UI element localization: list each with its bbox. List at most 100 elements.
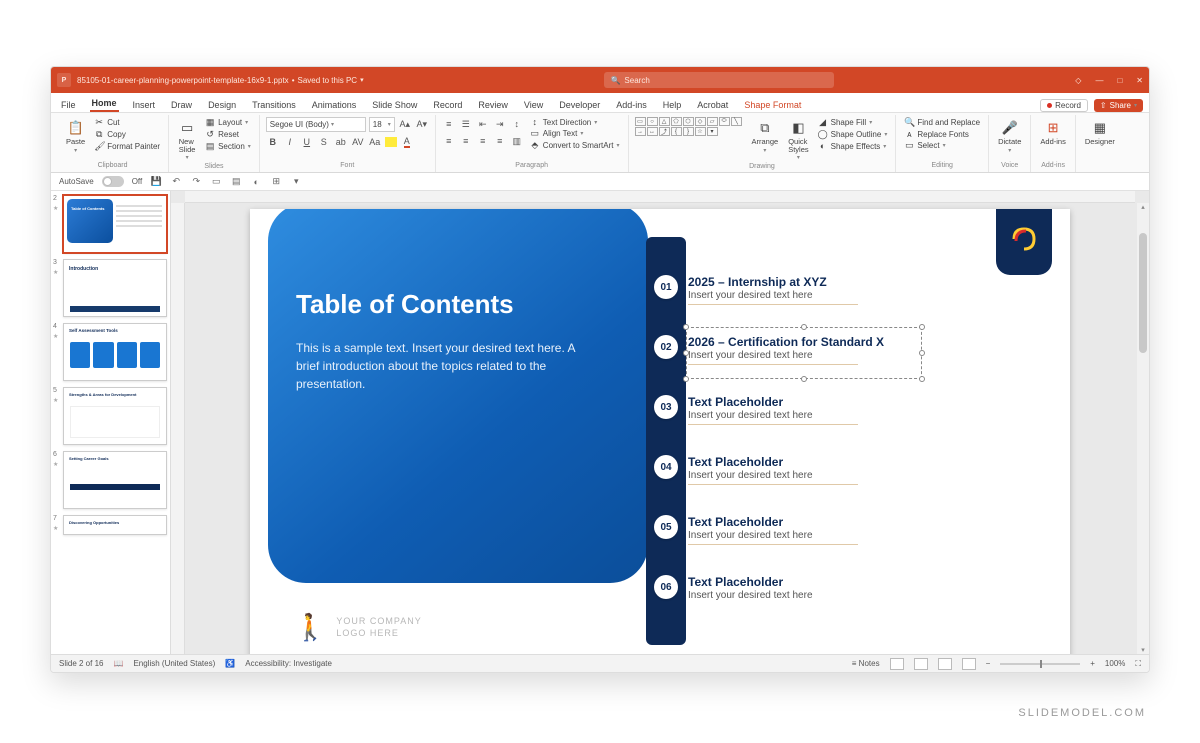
layout-button[interactable]: ▦Layout▾ (203, 117, 253, 128)
shapes-gallery[interactable]: ▭○△⬠⬡◇▱⬭ ╲→↔⤴{}☆▾ (635, 117, 745, 136)
format-painter-button[interactable]: 🖌Format Painter (92, 141, 162, 152)
tab-design[interactable]: Design (206, 98, 238, 112)
designer-button[interactable]: ▦Designer (1082, 117, 1118, 148)
tab-file[interactable]: File (59, 98, 78, 112)
align-text-button[interactable]: ▭Align Text▾ (528, 128, 622, 139)
zoom-in-icon[interactable]: + (1090, 659, 1095, 668)
document-title[interactable]: 85105-01-career-planning-powerpoint-temp… (77, 76, 364, 85)
columns-icon[interactable]: ▥ (510, 134, 524, 148)
record-button[interactable]: Record (1040, 99, 1088, 112)
text-direction-button[interactable]: ↕Text Direction▾ (528, 117, 622, 127)
zoom-level[interactable]: 100% (1105, 659, 1125, 668)
close-icon[interactable]: ✕ (1136, 76, 1143, 85)
paste-button[interactable]: 📋Paste▾ (63, 117, 88, 156)
addins-button[interactable]: ⊞Add-ins (1037, 117, 1068, 148)
toc-item[interactable]: 01 2025 – Internship at XYZInsert your d… (654, 275, 858, 305)
language-status[interactable]: English (United States) (133, 659, 215, 668)
spacing-icon[interactable]: AV (351, 135, 365, 149)
toc-item[interactable]: 05 Text PlaceholderInsert your desired t… (654, 515, 858, 545)
tab-slideshow[interactable]: Slide Show (370, 98, 419, 112)
section-button[interactable]: ▤Section▾ (203, 141, 253, 152)
tab-transitions[interactable]: Transitions (250, 98, 298, 112)
notes-button[interactable]: ≡ Notes (852, 659, 880, 668)
slide-thumbnail[interactable]: 4★ Self Assessment Tools (55, 323, 166, 381)
shape-outline-button[interactable]: ◯Shape Outline▾ (816, 129, 890, 140)
slide-counter[interactable]: Slide 2 of 16 (59, 659, 103, 668)
tab-record[interactable]: Record (431, 98, 464, 112)
qat-icon[interactable]: ⊞ (270, 176, 282, 188)
tab-insert[interactable]: Insert (131, 98, 158, 112)
save-icon[interactable]: 💾 (150, 176, 162, 188)
slide-thumbnail[interactable]: 6★ Setting Career Goals (55, 451, 166, 509)
zoom-slider[interactable] (1000, 663, 1080, 665)
align-left-icon[interactable]: ≡ (442, 134, 456, 148)
shape-fill-button[interactable]: ◢Shape Fill▾ (816, 117, 890, 128)
qat-icon[interactable]: ▭ (210, 176, 222, 188)
font-name-input[interactable]: Segoe UI (Body)▾ (266, 117, 366, 132)
slide-thumbnail[interactable]: 7★ Discovering Opportunities (55, 515, 166, 535)
justify-icon[interactable]: ≡ (493, 134, 507, 148)
quick-styles-button[interactable]: ◧Quick Styles▾ (785, 117, 811, 163)
toc-item[interactable]: 06 Text PlaceholderInsert your desired t… (654, 575, 813, 601)
increase-font-icon[interactable]: A▴ (398, 118, 412, 132)
slide-thumbnail[interactable]: 2★ Table of Contents (55, 195, 166, 253)
qat-icon[interactable]: ◐ (250, 176, 262, 188)
company-logo-placeholder[interactable]: 🚶 YOUR COMPANYLOGO HERE (294, 612, 422, 643)
tab-view[interactable]: View (522, 98, 545, 112)
find-button[interactable]: 🔍Find and Replace (902, 117, 982, 128)
minimize-icon[interactable]: — (1095, 76, 1103, 85)
dictionary-icon[interactable]: 📖 (113, 659, 123, 668)
bold-icon[interactable]: B (266, 135, 280, 149)
align-center-icon[interactable]: ≡ (459, 134, 473, 148)
reading-view-icon[interactable] (938, 658, 952, 670)
tab-developer[interactable]: Developer (557, 98, 602, 112)
vertical-scrollbar[interactable]: ▴▾ (1137, 203, 1149, 654)
redo-icon[interactable]: ↷ (190, 176, 202, 188)
tab-home[interactable]: Home (90, 96, 119, 112)
fit-window-icon[interactable]: ⛶ (1135, 659, 1141, 669)
qat-icon[interactable]: ▤ (230, 176, 242, 188)
font-size-input[interactable]: 18▾ (369, 117, 395, 132)
indent-inc-icon[interactable]: ⇥ (493, 117, 507, 131)
accessibility-status[interactable]: Accessibility: Investigate (245, 659, 332, 668)
tab-draw[interactable]: Draw (169, 98, 194, 112)
toc-item[interactable]: 03 Text PlaceholderInsert your desired t… (654, 395, 858, 425)
replace-button[interactable]: ᴀReplace Fonts (902, 129, 982, 139)
search-input[interactable]: 🔍 Search (604, 72, 834, 88)
copy-button[interactable]: ⧉Copy (92, 129, 162, 140)
case-icon[interactable]: Aa (368, 135, 382, 149)
slide-thumbnail[interactable]: 3★ Introduction (55, 259, 166, 317)
slide-editor[interactable]: Table of Contents This is a sample text.… (171, 191, 1149, 654)
shape-effects-button[interactable]: ◐Shape Effects▾ (816, 141, 890, 151)
tab-review[interactable]: Review (476, 98, 510, 112)
slide-description[interactable]: This is a sample text. Insert your desir… (296, 339, 596, 393)
share-button[interactable]: ⇧Share▾ (1094, 99, 1143, 112)
normal-view-icon[interactable] (890, 658, 904, 670)
font-color-icon[interactable]: A (400, 135, 414, 149)
undo-icon[interactable]: ↶ (170, 176, 182, 188)
line-spacing-icon[interactable]: ↕ (510, 117, 524, 131)
bullets-icon[interactable]: ≡ (442, 117, 456, 131)
slide-thumbnail[interactable]: 5★ Strengths & Areas for Development (55, 387, 166, 445)
shadow-icon[interactable]: ab (334, 135, 348, 149)
arrange-button[interactable]: ⧉Arrange▾ (749, 117, 782, 156)
autosave-toggle[interactable] (102, 176, 124, 187)
tab-addins[interactable]: Add-ins (614, 98, 649, 112)
numbering-icon[interactable]: ☰ (459, 117, 473, 131)
slide-title[interactable]: Table of Contents (296, 289, 514, 320)
dictate-button[interactable]: 🎤Dictate▾ (995, 117, 1024, 156)
smartart-button[interactable]: ⬘Convert to SmartArt▾ (528, 140, 622, 151)
tab-shape-format[interactable]: Shape Format (742, 98, 803, 112)
italic-icon[interactable]: I (283, 135, 297, 149)
toc-item[interactable]: 04 Text PlaceholderInsert your desired t… (654, 455, 858, 485)
slide-canvas[interactable]: Table of Contents This is a sample text.… (250, 209, 1070, 654)
select-button[interactable]: ▭Select▾ (902, 140, 982, 151)
tab-animations[interactable]: Animations (310, 98, 359, 112)
ribbon-options-icon[interactable]: ◇ (1075, 76, 1081, 85)
qat-icon[interactable]: ▾ (290, 176, 302, 188)
decrease-font-icon[interactable]: A▾ (415, 118, 429, 132)
tab-acrobat[interactable]: Acrobat (695, 98, 730, 112)
corner-badge[interactable] (996, 209, 1052, 275)
blue-panel-shape[interactable] (268, 209, 648, 583)
cut-button[interactable]: ✂Cut (92, 117, 162, 128)
